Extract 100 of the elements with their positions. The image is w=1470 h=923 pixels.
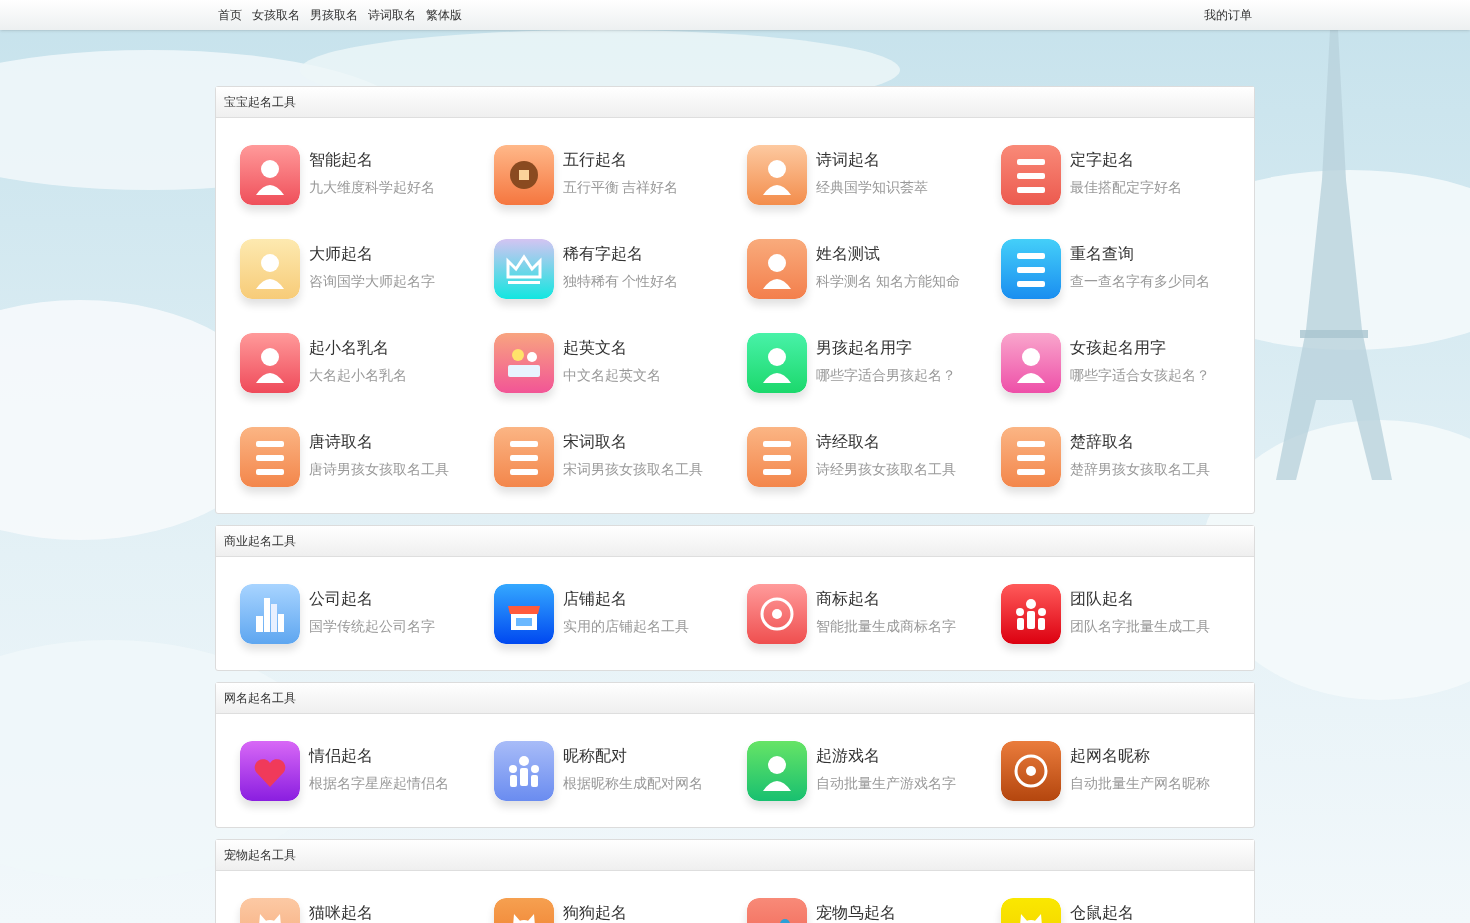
tool-title: 昵称配对 (562, 746, 628, 766)
tool-item[interactable]: 唐诗取名 唐诗男孩女孩取名工具 (240, 427, 494, 487)
figure-icon[interactable] (747, 333, 807, 393)
tool-item[interactable]: 昵称配对 根据昵称生成配对网名 (493, 741, 747, 801)
tool-item[interactable]: 楚辞取名 楚辞男孩女孩取名工具 (1000, 427, 1254, 487)
ring-icon[interactable] (1000, 741, 1061, 801)
tool-item[interactable]: 诗经取名 诗经男孩女孩取名工具 (747, 427, 1001, 487)
tool-item[interactable]: 智能起名 九大维度科学起好名 (240, 145, 494, 205)
tool-item[interactable]: 女孩起名用字 哪些字适合女孩起名？ (1000, 333, 1254, 393)
people-icon[interactable] (1000, 584, 1061, 644)
figure-icon[interactable] (747, 239, 807, 299)
tool-item[interactable]: 五行起名 五行平衡 吉祥好名 (493, 145, 747, 205)
tool-title: 店铺起名 (562, 589, 628, 609)
tool-subtitle: 自动批量生产网名昵称 (1069, 774, 1210, 793)
tool-title: 起英文名 (562, 338, 628, 358)
tool-title: 楚辞取名 (1069, 432, 1135, 452)
tool-title: 定字起名 (1069, 150, 1135, 170)
tool-title: 商标起名 (816, 589, 881, 609)
tool-item[interactable]: 宋词取名 宋词男孩女孩取名工具 (493, 427, 747, 487)
book-icon[interactable] (493, 333, 554, 393)
tool-title: 女孩起名用字 (1069, 338, 1167, 358)
tool-item[interactable]: 起游戏名 自动批量生产游戏名字 (747, 741, 1001, 801)
nav-link[interactable]: 女孩取名 (252, 7, 300, 23)
tool-title: 仓鼠起名 (1069, 903, 1134, 923)
nav-link[interactable]: 男孩取名 (310, 7, 358, 23)
tool-subtitle: 诗经男孩女孩取名工具 (816, 460, 956, 479)
tool-subtitle: 中文名起英文名 (562, 366, 661, 385)
tile-icon[interactable] (493, 427, 554, 487)
tool-subtitle: 智能批量生成商标名字 (816, 617, 956, 636)
tool-item[interactable]: 姓名测试 科学测名 知名方能知命 (747, 239, 1001, 299)
figure-icon[interactable] (240, 145, 300, 205)
tool-item[interactable]: 起英文名 中文名起英文名 (493, 333, 747, 393)
tool-title: 智能起名 (309, 150, 374, 170)
crown-icon[interactable] (493, 239, 554, 299)
nav-link[interactable]: 我的订单 (1204, 7, 1252, 23)
tool-title: 诗经取名 (816, 432, 881, 452)
tool-item[interactable]: 定字起名 最佳搭配定字好名 (1000, 145, 1254, 205)
tool-subtitle: 哪些字适合男孩起名？ (816, 366, 956, 385)
section-title: 宝宝起名工具 (224, 94, 296, 110)
tool-title: 狗狗起名 (562, 903, 627, 923)
tool-item[interactable]: 稀有字起名 独特稀有 个性好名 (493, 239, 747, 299)
tool-item[interactable]: 情侣起名 根据名字星座起情侣名 (240, 741, 494, 801)
tool-subtitle: 宋词男孩女孩取名工具 (562, 460, 703, 479)
coin-icon[interactable] (493, 145, 554, 205)
tool-item[interactable]: 团队起名 团队名字批量生成工具 (1000, 584, 1254, 644)
tile-icon[interactable] (240, 427, 300, 487)
tool-subtitle: 自动批量生产游戏名字 (816, 774, 956, 793)
tool-title: 唐诗取名 (309, 432, 374, 452)
tool-title: 团队起名 (1069, 589, 1135, 609)
tool-title: 五行起名 (562, 150, 628, 170)
section-title: 宠物起名工具 (224, 847, 296, 863)
tool-item[interactable]: 商标起名 智能批量生成商标名字 (747, 584, 1001, 644)
building-icon[interactable] (240, 584, 300, 644)
tool-subtitle: 最佳搭配定字好名 (1069, 178, 1182, 197)
tool-title: 公司起名 (309, 589, 374, 609)
tool-item[interactable]: 大师起名 咨询国学大师起名字 (240, 239, 494, 299)
tool-subtitle: 哪些字适合女孩起名？ (1069, 366, 1210, 385)
heart-icon[interactable] (240, 741, 300, 801)
nav-link[interactable]: 诗词取名 (368, 7, 416, 23)
tool-item[interactable]: 重名查询 查一查名字有多少同名 (1000, 239, 1254, 299)
tile-icon[interactable] (1000, 239, 1061, 299)
section-title: 商业起名工具 (224, 533, 296, 549)
tile-icon[interactable] (1000, 145, 1061, 205)
tool-subtitle: 唐诗男孩女孩取名工具 (309, 460, 449, 479)
tool-subtitle: 根据名字星座起情侣名 (309, 774, 449, 793)
tool-title: 宋词取名 (562, 432, 628, 452)
figure-icon[interactable] (240, 239, 300, 299)
nav-link[interactable]: 繁体版 (426, 7, 462, 23)
tool-item[interactable]: 宠物鸟起名 (747, 898, 1001, 923)
tool-item[interactable]: 起网名昵称 自动批量生产网名昵称 (1000, 741, 1254, 801)
figure-icon[interactable] (240, 333, 300, 393)
figure-icon[interactable] (747, 741, 807, 801)
tool-title: 情侣起名 (309, 746, 374, 766)
tool-title: 猫咪起名 (309, 903, 373, 923)
tool-subtitle: 独特稀有 个性好名 (562, 272, 679, 291)
nav-link[interactable]: 首页 (218, 7, 242, 23)
tool-title: 起网名昵称 (1069, 746, 1151, 766)
tool-subtitle: 经典国学知识荟萃 (816, 178, 928, 197)
tool-item[interactable]: 男孩起名用字 哪些字适合男孩起名？ (747, 333, 1001, 393)
tool-item[interactable]: 店铺起名 实用的店铺起名工具 (493, 584, 747, 644)
tool-item[interactable]: 诗词起名 经典国学知识荟萃 (747, 145, 1001, 205)
ring-icon[interactable] (747, 584, 807, 644)
tile-icon[interactable] (1000, 427, 1061, 487)
tile-icon[interactable] (747, 427, 807, 487)
tool-subtitle: 楚辞男孩女孩取名工具 (1069, 460, 1210, 479)
tool-title: 大师起名 (309, 244, 374, 264)
tool-title: 姓名测试 (816, 244, 881, 264)
tool-subtitle: 大名起小名乳名 (309, 366, 407, 385)
figure-icon[interactable] (1000, 333, 1061, 393)
figure-icon[interactable] (747, 145, 807, 205)
tool-subtitle: 根据昵称生成配对网名 (562, 774, 703, 793)
tool-item[interactable]: 公司起名 国学传统起公司名字 (240, 584, 494, 644)
tool-item[interactable]: 起小名乳名 大名起小名乳名 (240, 333, 494, 393)
tool-item[interactable]: 仓鼠起名 (1000, 898, 1254, 923)
tool-item[interactable]: 狗狗起名 (493, 898, 747, 923)
tool-title: 起游戏名 (816, 746, 881, 766)
tool-item[interactable]: 猫咪起名 (240, 898, 494, 923)
people-icon[interactable] (493, 741, 554, 801)
tool-title: 起小名乳名 (309, 338, 390, 358)
shop-icon[interactable] (493, 584, 554, 644)
